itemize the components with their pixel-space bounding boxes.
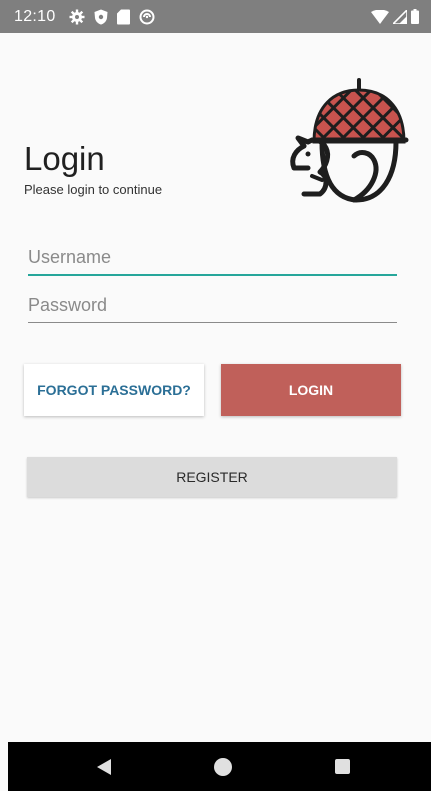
login-button[interactable]: LOGIN xyxy=(221,364,401,416)
shield-icon xyxy=(94,9,108,24)
navigation-bar xyxy=(8,742,431,791)
sd-card-icon xyxy=(116,9,130,24)
signal-icon xyxy=(393,9,407,24)
status-right-icons xyxy=(371,9,419,24)
username-field xyxy=(28,247,397,276)
settings-icon xyxy=(69,9,85,24)
page-title: Login xyxy=(24,140,105,177)
password-input[interactable] xyxy=(28,295,397,322)
username-input[interactable] xyxy=(28,247,397,274)
forgot-password-button[interactable]: FORGOT PASSWORD? xyxy=(24,364,204,416)
acorn-squirrel-icon xyxy=(290,78,409,203)
page-subtitle: Please login to continue xyxy=(24,182,163,197)
password-underline xyxy=(28,322,397,323)
password-field xyxy=(28,295,397,323)
home-icon[interactable] xyxy=(214,758,232,776)
status-bar: 12:10 xyxy=(0,0,431,33)
wifi-icon xyxy=(371,9,389,24)
recents-icon[interactable] xyxy=(335,759,350,774)
username-underline xyxy=(28,274,397,276)
back-icon[interactable] xyxy=(96,758,112,776)
sync-icon xyxy=(139,9,155,24)
status-icons xyxy=(69,9,155,25)
status-time: 12:10 xyxy=(14,7,56,25)
battery-icon xyxy=(411,9,419,24)
register-button[interactable]: REGISTER xyxy=(27,457,397,497)
